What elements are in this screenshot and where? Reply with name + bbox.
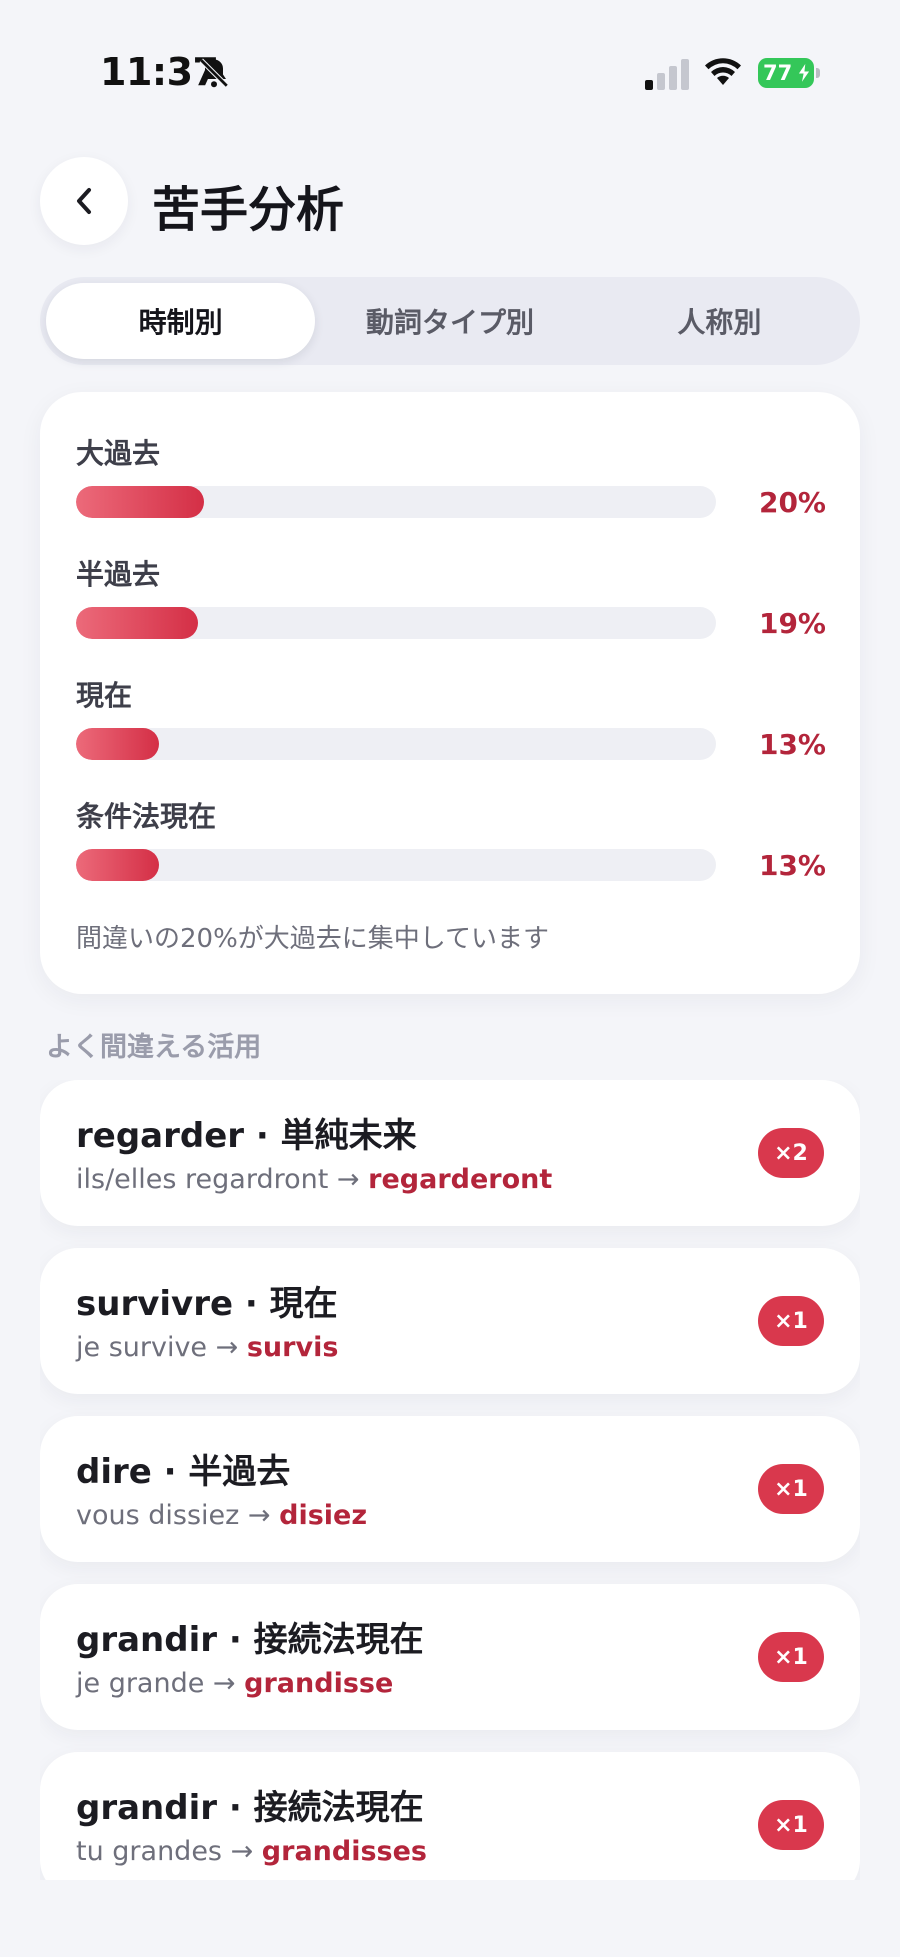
tab-verb-type[interactable]: 動詞タイプ別: [315, 283, 584, 359]
battery-tip: [816, 68, 820, 78]
stat-row: 大過去 20%: [76, 432, 826, 532]
bar-track: [76, 607, 716, 639]
stat-row: 条件法現在 13%: [76, 795, 826, 895]
item-title: grandir · 接続法現在: [76, 1620, 424, 1660]
segmented-tabs: 時制別 動詞タイプ別 人称別: [40, 277, 860, 365]
correct-answer: regarderont: [368, 1164, 553, 1195]
bar-fill: [76, 728, 160, 760]
status-bar: 11:37 77: [0, 0, 900, 150]
stat-percent: 19%: [758, 606, 826, 640]
stat-label: 半過去: [76, 558, 161, 591]
stat-label: 現在: [76, 679, 133, 712]
bolt-icon: [797, 62, 811, 84]
count-badge: ×1: [758, 1464, 824, 1514]
battery-charging-icon: 77: [758, 58, 820, 88]
correct-answer: disiez: [279, 1500, 368, 1531]
wrong-answer: je grande →: [76, 1668, 236, 1699]
item-conjugation: tu grandes → grandisses: [76, 1836, 427, 1867]
stat-percent: 13%: [758, 848, 826, 882]
item-title: grandir · 接続法現在: [76, 1788, 424, 1828]
list-item[interactable]: grandir · 接続法現在 je grande → grandisse ×1: [40, 1584, 860, 1730]
item-title: dire · 半過去: [76, 1452, 291, 1492]
item-conjugation: ils/elles regardront → regarderont: [76, 1164, 552, 1195]
page-title: 苦手分析: [152, 182, 345, 238]
bar-track: [76, 486, 716, 518]
stats-summary-note: 間違いの20%が大過去に集中しています: [76, 924, 550, 954]
wrong-answer: ils/elles regardront →: [76, 1164, 360, 1195]
list-item[interactable]: regarder · 単純未来 ils/elles regardront → r…: [40, 1080, 860, 1226]
stat-percent: 13%: [758, 727, 826, 761]
error-rate-card: 大過去 20% 半過去 19% 現在 13% 条件法現在 13% 間違いの20%…: [40, 392, 860, 994]
count-badge: ×1: [758, 1296, 824, 1346]
item-conjugation: je survive → survis: [76, 1332, 338, 1363]
bell-slash-icon: [199, 58, 229, 88]
list-item[interactable]: survivre · 現在 je survive → survis ×1: [40, 1248, 860, 1394]
correct-answer: survis: [246, 1332, 339, 1363]
stat-row: 現在 13%: [76, 674, 826, 774]
bar-track: [76, 728, 716, 760]
stat-row: 半過去 19%: [76, 553, 826, 653]
wrong-answer: je survive →: [76, 1332, 239, 1363]
item-conjugation: je grande → grandisse: [76, 1668, 393, 1699]
bar-fill: [76, 849, 160, 881]
stat-label: 条件法現在: [76, 800, 217, 833]
item-title: survivre · 現在: [76, 1284, 338, 1324]
section-label: よく間違える活用: [46, 1032, 262, 1063]
count-badge: ×1: [758, 1632, 824, 1682]
count-badge: ×2: [758, 1128, 824, 1178]
count-badge: ×1: [758, 1800, 824, 1850]
wrong-answer: tu grandes →: [76, 1836, 254, 1867]
correct-answer: grandisses: [261, 1836, 427, 1867]
list-item[interactable]: grandir · 接続法現在 tu grandes → grandisses …: [40, 1752, 860, 1880]
tab-person[interactable]: 人称別: [585, 283, 854, 359]
correct-answer: grandisse: [244, 1668, 394, 1699]
bar-fill: [76, 607, 198, 639]
wifi-icon: [705, 58, 741, 85]
wrong-answer: vous dissiez →: [76, 1500, 271, 1531]
chevron-left-icon: [77, 188, 91, 214]
bar-track: [76, 849, 716, 881]
stat-label: 大過去: [76, 437, 161, 470]
stat-percent: 20%: [758, 485, 826, 519]
mistake-list: regarder · 単純未来 ils/elles regardront → r…: [40, 1080, 860, 1880]
list-item[interactable]: dire · 半過去 vous dissiez → disiez ×1: [40, 1416, 860, 1562]
item-title: regarder · 単純未来: [76, 1116, 417, 1156]
cellular-signal-icon: [645, 59, 689, 90]
bar-fill: [76, 486, 204, 518]
back-button[interactable]: [40, 157, 128, 245]
tab-tense[interactable]: 時制別: [46, 283, 316, 359]
item-conjugation: vous dissiez → disiez: [76, 1500, 367, 1531]
